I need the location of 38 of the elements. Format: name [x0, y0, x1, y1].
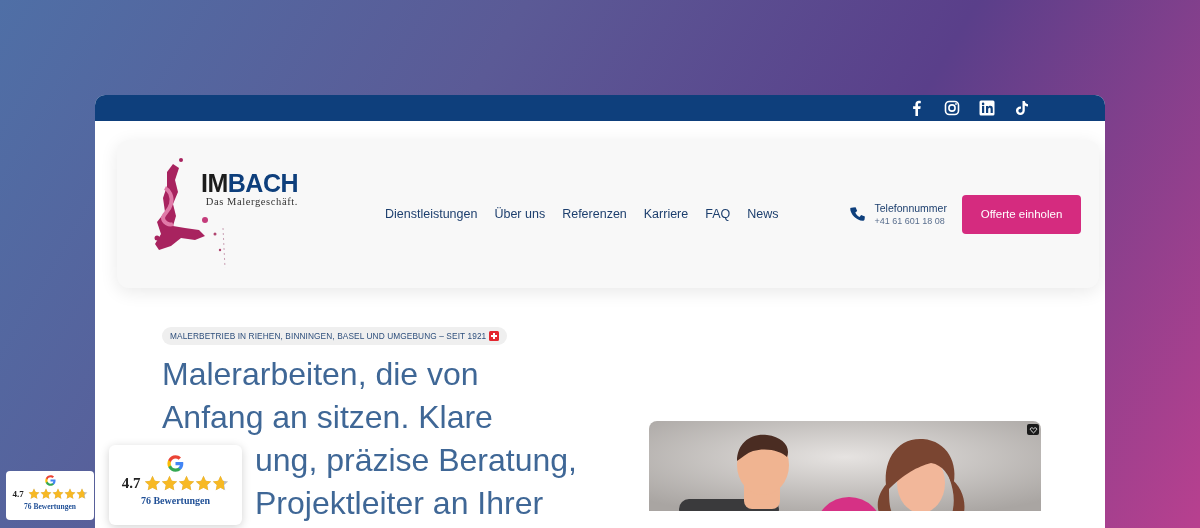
- star-icon: [39, 488, 52, 500]
- nav-link[interactable]: Dienstleistungen: [385, 207, 478, 221]
- nav-link[interactable]: News: [747, 207, 779, 221]
- nav-link[interactable]: Referenzen: [562, 207, 627, 221]
- google-logo-icon: [167, 455, 184, 472]
- review-badge[interactable]: 4.7 76 Bewertungen: [109, 445, 242, 525]
- star-icon: [161, 475, 179, 492]
- instagram-icon[interactable]: [944, 100, 960, 116]
- heart-icon[interactable]: [1027, 424, 1039, 435]
- hero-heading-line: Malerarbeiten, die von: [162, 356, 479, 392]
- star-icon: [51, 488, 64, 500]
- hero-heading-line: ung, präzise Beratung,: [255, 442, 577, 478]
- hero-heading-line: Anfang an sitzen. Klare: [162, 399, 493, 435]
- quote-button[interactable]: Offerte einholen: [962, 194, 1081, 234]
- logo-tagline: Das Malergeschäft.: [205, 196, 298, 207]
- star-icon: [144, 475, 162, 492]
- tiktok-icon[interactable]: [1014, 100, 1030, 116]
- star-icon: [178, 475, 196, 492]
- review-count: 76 Bewertungen: [140, 495, 211, 506]
- rating-value: 4.7: [12, 489, 24, 499]
- hero-heading-line: Projektleiter an Ihrer: [255, 485, 544, 521]
- star-icon: [27, 488, 40, 500]
- phone-icon[interactable]: [848, 205, 866, 223]
- phone-number-link[interactable]: +41 61 601 18 08: [874, 216, 947, 226]
- eyebrow-tag: MALERBETRIEB IN RIEHEN, BINNINGEN, BASEL UND UMGEBUNG – SEIT 1921: [162, 327, 508, 345]
- google-logo-icon: [44, 475, 56, 486]
- nav-link[interactable]: Über uns: [494, 207, 546, 221]
- star-icon: [195, 475, 213, 492]
- rating-value: 4.7: [121, 475, 141, 492]
- phone-label: Telefonnummer: [874, 202, 947, 214]
- star-icon: [212, 475, 230, 492]
- nav-link[interactable]: FAQ: [705, 207, 731, 221]
- swiss-flag-icon: [489, 331, 500, 341]
- logo-wordmark: IMBACH: [201, 171, 298, 196]
- linkedin-icon[interactable]: [979, 100, 995, 116]
- nav-link[interactable]: Karriere: [643, 207, 689, 221]
- star-icon: [75, 488, 88, 500]
- star-icon: [63, 488, 76, 500]
